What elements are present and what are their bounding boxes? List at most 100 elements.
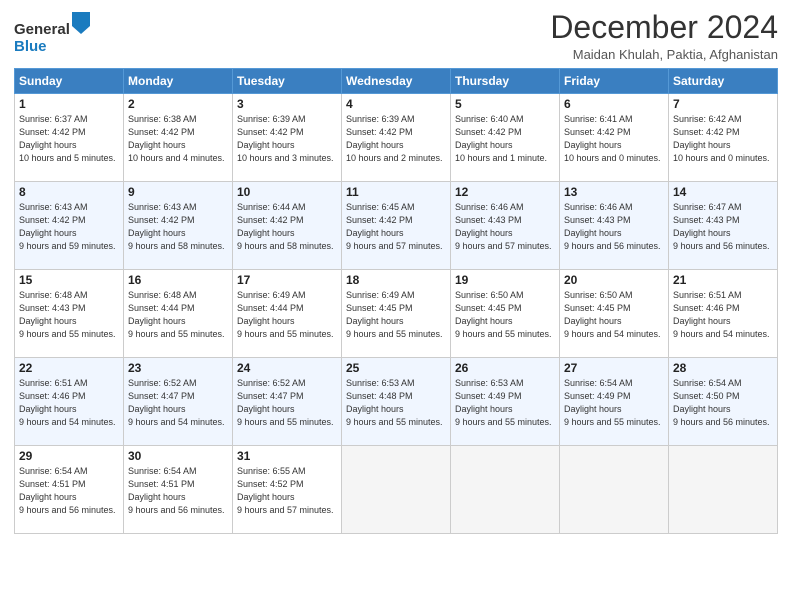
location: Maidan Khulah, Paktia, Afghanistan (550, 47, 778, 62)
calendar-cell: 24Sunrise: 6:52 AMSunset: 4:47 PMDayligh… (233, 358, 342, 446)
calendar-cell: 6 Sunrise: 6:41 AMSunset: 4:42 PMDaylight… (560, 94, 669, 182)
day-number: 22 (19, 361, 119, 375)
day-info: Sunrise: 6:50 AMSunset: 4:45 PMDaylight … (455, 289, 555, 341)
col-saturday: Saturday (669, 69, 778, 94)
calendar-week-5: 29Sunrise: 6:54 AMSunset: 4:51 PMDayligh… (15, 446, 778, 534)
day-info: Sunrise: 6:45 AMSunset: 4:42 PMDaylight … (346, 201, 446, 253)
calendar-cell: 7 Sunrise: 6:42 AMSunset: 4:42 PMDaylight… (669, 94, 778, 182)
day-info: Sunrise: 6:43 AMSunset: 4:42 PMDaylight … (19, 201, 119, 253)
calendar-cell (669, 446, 778, 534)
day-number: 9 (128, 185, 228, 199)
calendar-cell: 13Sunrise: 6:46 AMSunset: 4:43 PMDayligh… (560, 182, 669, 270)
day-info: Sunrise: 6:55 AMSunset: 4:52 PMDaylight … (237, 465, 337, 517)
header-row: Sunday Monday Tuesday Wednesday Thursday… (15, 69, 778, 94)
day-info: Sunrise: 6:46 AMSunset: 4:43 PMDaylight … (455, 201, 555, 253)
day-info: Sunrise: 6:48 AMSunset: 4:44 PMDaylight … (128, 289, 228, 341)
day-number: 21 (673, 273, 773, 287)
logo-icon (72, 12, 90, 34)
day-number: 4 (346, 97, 446, 111)
col-sunday: Sunday (15, 69, 124, 94)
day-number: 3 (237, 97, 337, 111)
day-info: Sunrise: 6:39 AMSunset: 4:42 PMDaylight … (237, 113, 337, 165)
day-info: Sunrise: 6:39 AMSunset: 4:42 PMDaylight … (346, 113, 446, 165)
calendar-cell: 21 Sunrise: 6:51 AMSunset: 4:46 PMDayligh… (669, 270, 778, 358)
calendar-cell: 14 Sunrise: 6:47 AMSunset: 4:43 PMDayligh… (669, 182, 778, 270)
calendar-table: Sunday Monday Tuesday Wednesday Thursday… (14, 68, 778, 534)
day-info: Sunrise: 6:49 AMSunset: 4:45 PMDaylight … (346, 289, 446, 341)
day-info: Sunrise: 6:40 AMSunset: 4:42 PMDaylight … (455, 113, 555, 165)
day-number: 24 (237, 361, 337, 375)
calendar-cell: 12 Sunrise: 6:46 AMSunset: 4:43 PMDayligh… (451, 182, 560, 270)
day-info: Sunrise: 6:47 AMSunset: 4:43 PMDaylight … (673, 201, 773, 253)
day-info: Sunrise: 6:53 AMSunset: 4:49 PMDaylight … (455, 377, 555, 429)
calendar-cell: 1 Sunrise: 6:37 AMSunset: 4:42 PMDaylight… (15, 94, 124, 182)
day-info: Sunrise: 6:50 AMSunset: 4:45 PMDaylight … (564, 289, 664, 341)
day-info: Sunrise: 6:54 AMSunset: 4:51 PMDaylight … (19, 465, 119, 517)
day-number: 14 (673, 185, 773, 199)
day-info: Sunrise: 6:53 AMSunset: 4:48 PMDaylight … (346, 377, 446, 429)
logo-general: General (14, 21, 70, 38)
day-number: 6 (564, 97, 664, 111)
calendar-cell: 18 Sunrise: 6:49 AMSunset: 4:45 PMDayligh… (342, 270, 451, 358)
calendar-cell: 10 Sunrise: 6:44 AMSunset: 4:42 PMDayligh… (233, 182, 342, 270)
day-number: 26 (455, 361, 555, 375)
calendar-week-1: 1 Sunrise: 6:37 AMSunset: 4:42 PMDaylight… (15, 94, 778, 182)
day-info: Sunrise: 6:52 AMSunset: 4:47 PMDaylight … (128, 377, 228, 429)
day-number: 19 (455, 273, 555, 287)
calendar-cell: 9Sunrise: 6:43 AMSunset: 4:42 PMDaylight… (124, 182, 233, 270)
calendar-cell: 3 Sunrise: 6:39 AMSunset: 4:42 PMDaylight… (233, 94, 342, 182)
day-number: 11 (346, 185, 446, 199)
calendar-cell: 25 Sunrise: 6:53 AMSunset: 4:48 PMDayligh… (342, 358, 451, 446)
col-thursday: Thursday (451, 69, 560, 94)
calendar-cell: 19 Sunrise: 6:50 AMSunset: 4:45 PMDayligh… (451, 270, 560, 358)
logo: General Blue (14, 14, 90, 56)
day-number: 10 (237, 185, 337, 199)
calendar-cell: 20 Sunrise: 6:50 AMSunset: 4:45 PMDayligh… (560, 270, 669, 358)
day-info: Sunrise: 6:51 AMSunset: 4:46 PMDaylight … (673, 289, 773, 341)
calendar-cell: 17Sunrise: 6:49 AMSunset: 4:44 PMDayligh… (233, 270, 342, 358)
day-number: 23 (128, 361, 228, 375)
day-number: 30 (128, 449, 228, 463)
calendar-page: General Blue December 2024 Maidan Khulah… (0, 0, 792, 612)
calendar-cell (451, 446, 560, 534)
calendar-cell: 22 Sunrise: 6:51 AMSunset: 4:46 PMDayligh… (15, 358, 124, 446)
month-title: December 2024 (550, 10, 778, 45)
day-number: 12 (455, 185, 555, 199)
calendar-week-3: 15Sunrise: 6:48 AMSunset: 4:43 PMDayligh… (15, 270, 778, 358)
calendar-cell: 15Sunrise: 6:48 AMSunset: 4:43 PMDayligh… (15, 270, 124, 358)
day-number: 25 (346, 361, 446, 375)
calendar-cell: 5 Sunrise: 6:40 AMSunset: 4:42 PMDaylight… (451, 94, 560, 182)
day-number: 17 (237, 273, 337, 287)
day-info: Sunrise: 6:51 AMSunset: 4:46 PMDaylight … (19, 377, 119, 429)
calendar-cell (342, 446, 451, 534)
day-info: Sunrise: 6:42 AMSunset: 4:42 PMDaylight … (673, 113, 773, 165)
day-info: Sunrise: 6:44 AMSunset: 4:42 PMDaylight … (237, 201, 337, 253)
col-wednesday: Wednesday (342, 69, 451, 94)
day-info: Sunrise: 6:54 AMSunset: 4:50 PMDaylight … (673, 377, 773, 429)
title-block: December 2024 Maidan Khulah, Paktia, Afg… (550, 10, 778, 62)
day-number: 18 (346, 273, 446, 287)
calendar-cell: 11 Sunrise: 6:45 AMSunset: 4:42 PMDayligh… (342, 182, 451, 270)
day-info: Sunrise: 6:54 AMSunset: 4:49 PMDaylight … (564, 377, 664, 429)
day-number: 2 (128, 97, 228, 111)
calendar-cell: 16Sunrise: 6:48 AMSunset: 4:44 PMDayligh… (124, 270, 233, 358)
calendar-cell: 8Sunrise: 6:43 AMSunset: 4:42 PMDaylight… (15, 182, 124, 270)
calendar-cell: 28Sunrise: 6:54 AMSunset: 4:50 PMDayligh… (669, 358, 778, 446)
header: General Blue December 2024 Maidan Khulah… (14, 10, 778, 62)
day-number: 27 (564, 361, 664, 375)
calendar-week-2: 8Sunrise: 6:43 AMSunset: 4:42 PMDaylight… (15, 182, 778, 270)
day-info: Sunrise: 6:46 AMSunset: 4:43 PMDaylight … (564, 201, 664, 253)
logo-blue: Blue (14, 38, 47, 55)
col-tuesday: Tuesday (233, 69, 342, 94)
day-info: Sunrise: 6:38 AMSunset: 4:42 PMDaylight … (128, 113, 228, 165)
col-monday: Monday (124, 69, 233, 94)
day-number: 5 (455, 97, 555, 111)
col-friday: Friday (560, 69, 669, 94)
day-number: 7 (673, 97, 773, 111)
day-number: 20 (564, 273, 664, 287)
day-number: 31 (237, 449, 337, 463)
calendar-cell: 27 Sunrise: 6:54 AMSunset: 4:49 PMDayligh… (560, 358, 669, 446)
day-number: 1 (19, 97, 119, 111)
day-info: Sunrise: 6:37 AMSunset: 4:42 PMDaylight … (19, 113, 119, 165)
day-info: Sunrise: 6:41 AMSunset: 4:42 PMDaylight … (564, 113, 664, 165)
